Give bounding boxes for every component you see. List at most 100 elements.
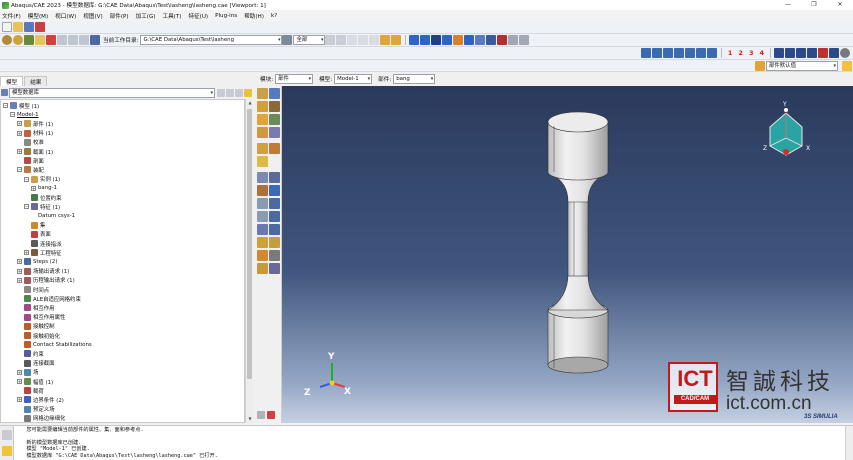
mirror-icon[interactable] [257,224,268,235]
menu-viewport[interactable]: 视口(W) [55,12,76,20]
magnify-icon[interactable] [796,48,806,58]
print-icon[interactable] [35,22,45,32]
display-replace-icon[interactable] [420,35,431,45]
tree-node[interactable]: 约束 [17,349,44,358]
pan-icon[interactable] [774,48,784,58]
tree-node[interactable]: 载荷 [17,386,44,395]
tree-expander-icon[interactable]: + [17,268,22,274]
view-number-3[interactable]: 3 [749,49,754,57]
menu-feature[interactable]: 特征(U) [188,12,208,20]
tree-expander-icon[interactable]: − [3,103,8,108]
select-lasso-icon[interactable] [358,35,369,45]
tree-expander-icon[interactable]: + [17,121,22,127]
tree-node[interactable]: 表面 [24,230,51,239]
tree-highlight-icon[interactable] [244,88,252,97]
tree-node[interactable]: 网格边缘细化 [17,414,65,422]
view-left-icon[interactable] [695,48,706,58]
part-combo[interactable]: bang [393,74,436,84]
tree-node[interactable]: 接触控制 [17,322,55,331]
partition-face-icon[interactable] [257,143,268,154]
render-icon[interactable] [380,35,391,45]
view-front-icon[interactable] [651,48,662,58]
tensile-specimen-part[interactable] [546,111,610,374]
tree-node[interactable]: − 装配 [17,165,44,174]
tree-expander-icon[interactable]: + [17,277,22,283]
rotate-icon[interactable] [785,48,795,58]
solid-revolve-icon[interactable] [269,101,280,112]
tree-scrollbar[interactable]: ▲ ▼ [245,99,253,423]
grid-icon[interactable] [90,35,100,45]
maximize-button[interactable]: ❐ [801,0,827,10]
module-combo[interactable]: 部件 [275,74,314,84]
select-drag-icon[interactable] [369,35,380,45]
message-scrollbar[interactable] [845,426,853,460]
tools-icon[interactable] [269,250,280,261]
context-help-button[interactable]: k? [271,13,277,19]
tree-node[interactable]: + 历程输出请求 (1) [17,276,75,285]
select-box-icon[interactable] [325,35,336,45]
tree-database-combo[interactable]: 模型数据库 [9,87,215,98]
toolbox-options-icon[interactable] [257,411,265,419]
round-icon[interactable] [269,127,280,138]
close-button[interactable]: ✕ [827,0,853,10]
tree-node[interactable]: − 特征 (1) [24,202,60,211]
tree-node[interactable]: 校准 [17,138,44,147]
menu-plugins[interactable]: Plug-ins [215,13,237,19]
scroll-up-icon[interactable]: ▲ [246,99,254,107]
menu-shape[interactable]: 加工(G) [136,12,156,20]
attach-line-icon[interactable] [269,198,280,209]
display-remove-icon[interactable] [442,35,453,45]
fit-view-icon[interactable] [818,48,828,58]
repair-icon[interactable] [257,156,268,167]
tree-node[interactable]: 接触初始化 [17,331,60,340]
menu-model[interactable]: 模型(M) [28,12,48,20]
menu-view[interactable]: 视图(V) [83,12,102,20]
tree-expander-icon[interactable]: + [17,397,22,403]
open-folder-icon[interactable] [13,22,23,32]
part-manager-icon[interactable] [269,88,280,99]
view-iso-icon[interactable] [640,48,651,58]
grid-settings-icon[interactable] [519,35,530,45]
arrow-annotation-icon[interactable] [508,35,519,45]
color-code-icon[interactable] [453,35,464,45]
folder-icon[interactable] [35,35,45,45]
new-file-icon[interactable] [2,22,12,32]
view-bottom-icon[interactable] [684,48,695,58]
partition-cell-icon[interactable] [269,143,280,154]
view-manager-icon[interactable] [464,35,475,45]
tree-node[interactable]: ALE自适应网格约束 [17,294,81,303]
cycle-view-icon[interactable] [829,48,839,58]
job-icon[interactable] [13,35,23,45]
select-poly-icon[interactable] [347,35,358,45]
tree-node[interactable]: + 材料 (1) [17,129,53,138]
tree-expander-icon[interactable]: − [24,176,29,182]
datum-axis-icon[interactable] [269,172,280,183]
save-icon[interactable] [24,22,34,32]
tree-node[interactable]: − Model-1 [10,110,39,119]
tree-node[interactable]: 相互作用属性 [17,313,65,322]
tree-expander-icon[interactable]: − [10,112,15,118]
tree-expander-icon[interactable]: + [17,130,22,136]
datum-point-icon[interactable] [257,172,268,183]
model-combo[interactable]: Model-1 [334,74,373,84]
menu-part[interactable]: 部件(P) [110,12,129,20]
menu-help[interactable]: 帮助(H) [244,12,264,20]
xyz-icon[interactable] [257,211,268,222]
minimize-button[interactable]: — [775,0,801,10]
tree-expand-icon[interactable] [226,88,234,97]
measure-icon[interactable] [486,35,497,45]
select-arrow-icon[interactable] [282,35,293,45]
tree-node[interactable]: + 场输出请求 (1) [17,267,69,276]
wire-icon[interactable] [269,114,280,125]
datum-csys-icon[interactable] [269,185,280,196]
tree-node[interactable]: 集 [24,221,45,230]
selection-filter-combo[interactable]: 全部 [293,35,326,45]
tree-node[interactable]: 位置约束 [24,193,62,202]
query-geometry-icon[interactable] [257,237,268,248]
tree-node[interactable]: 连接指派 [24,239,62,248]
scroll-down-icon[interactable]: ▼ [246,415,254,423]
view-number-4[interactable]: 4 [759,49,764,57]
tree-node[interactable]: + 场 [17,368,38,377]
tree-collapse-icon[interactable] [235,88,243,97]
virtual-topology-icon[interactable] [269,237,280,248]
